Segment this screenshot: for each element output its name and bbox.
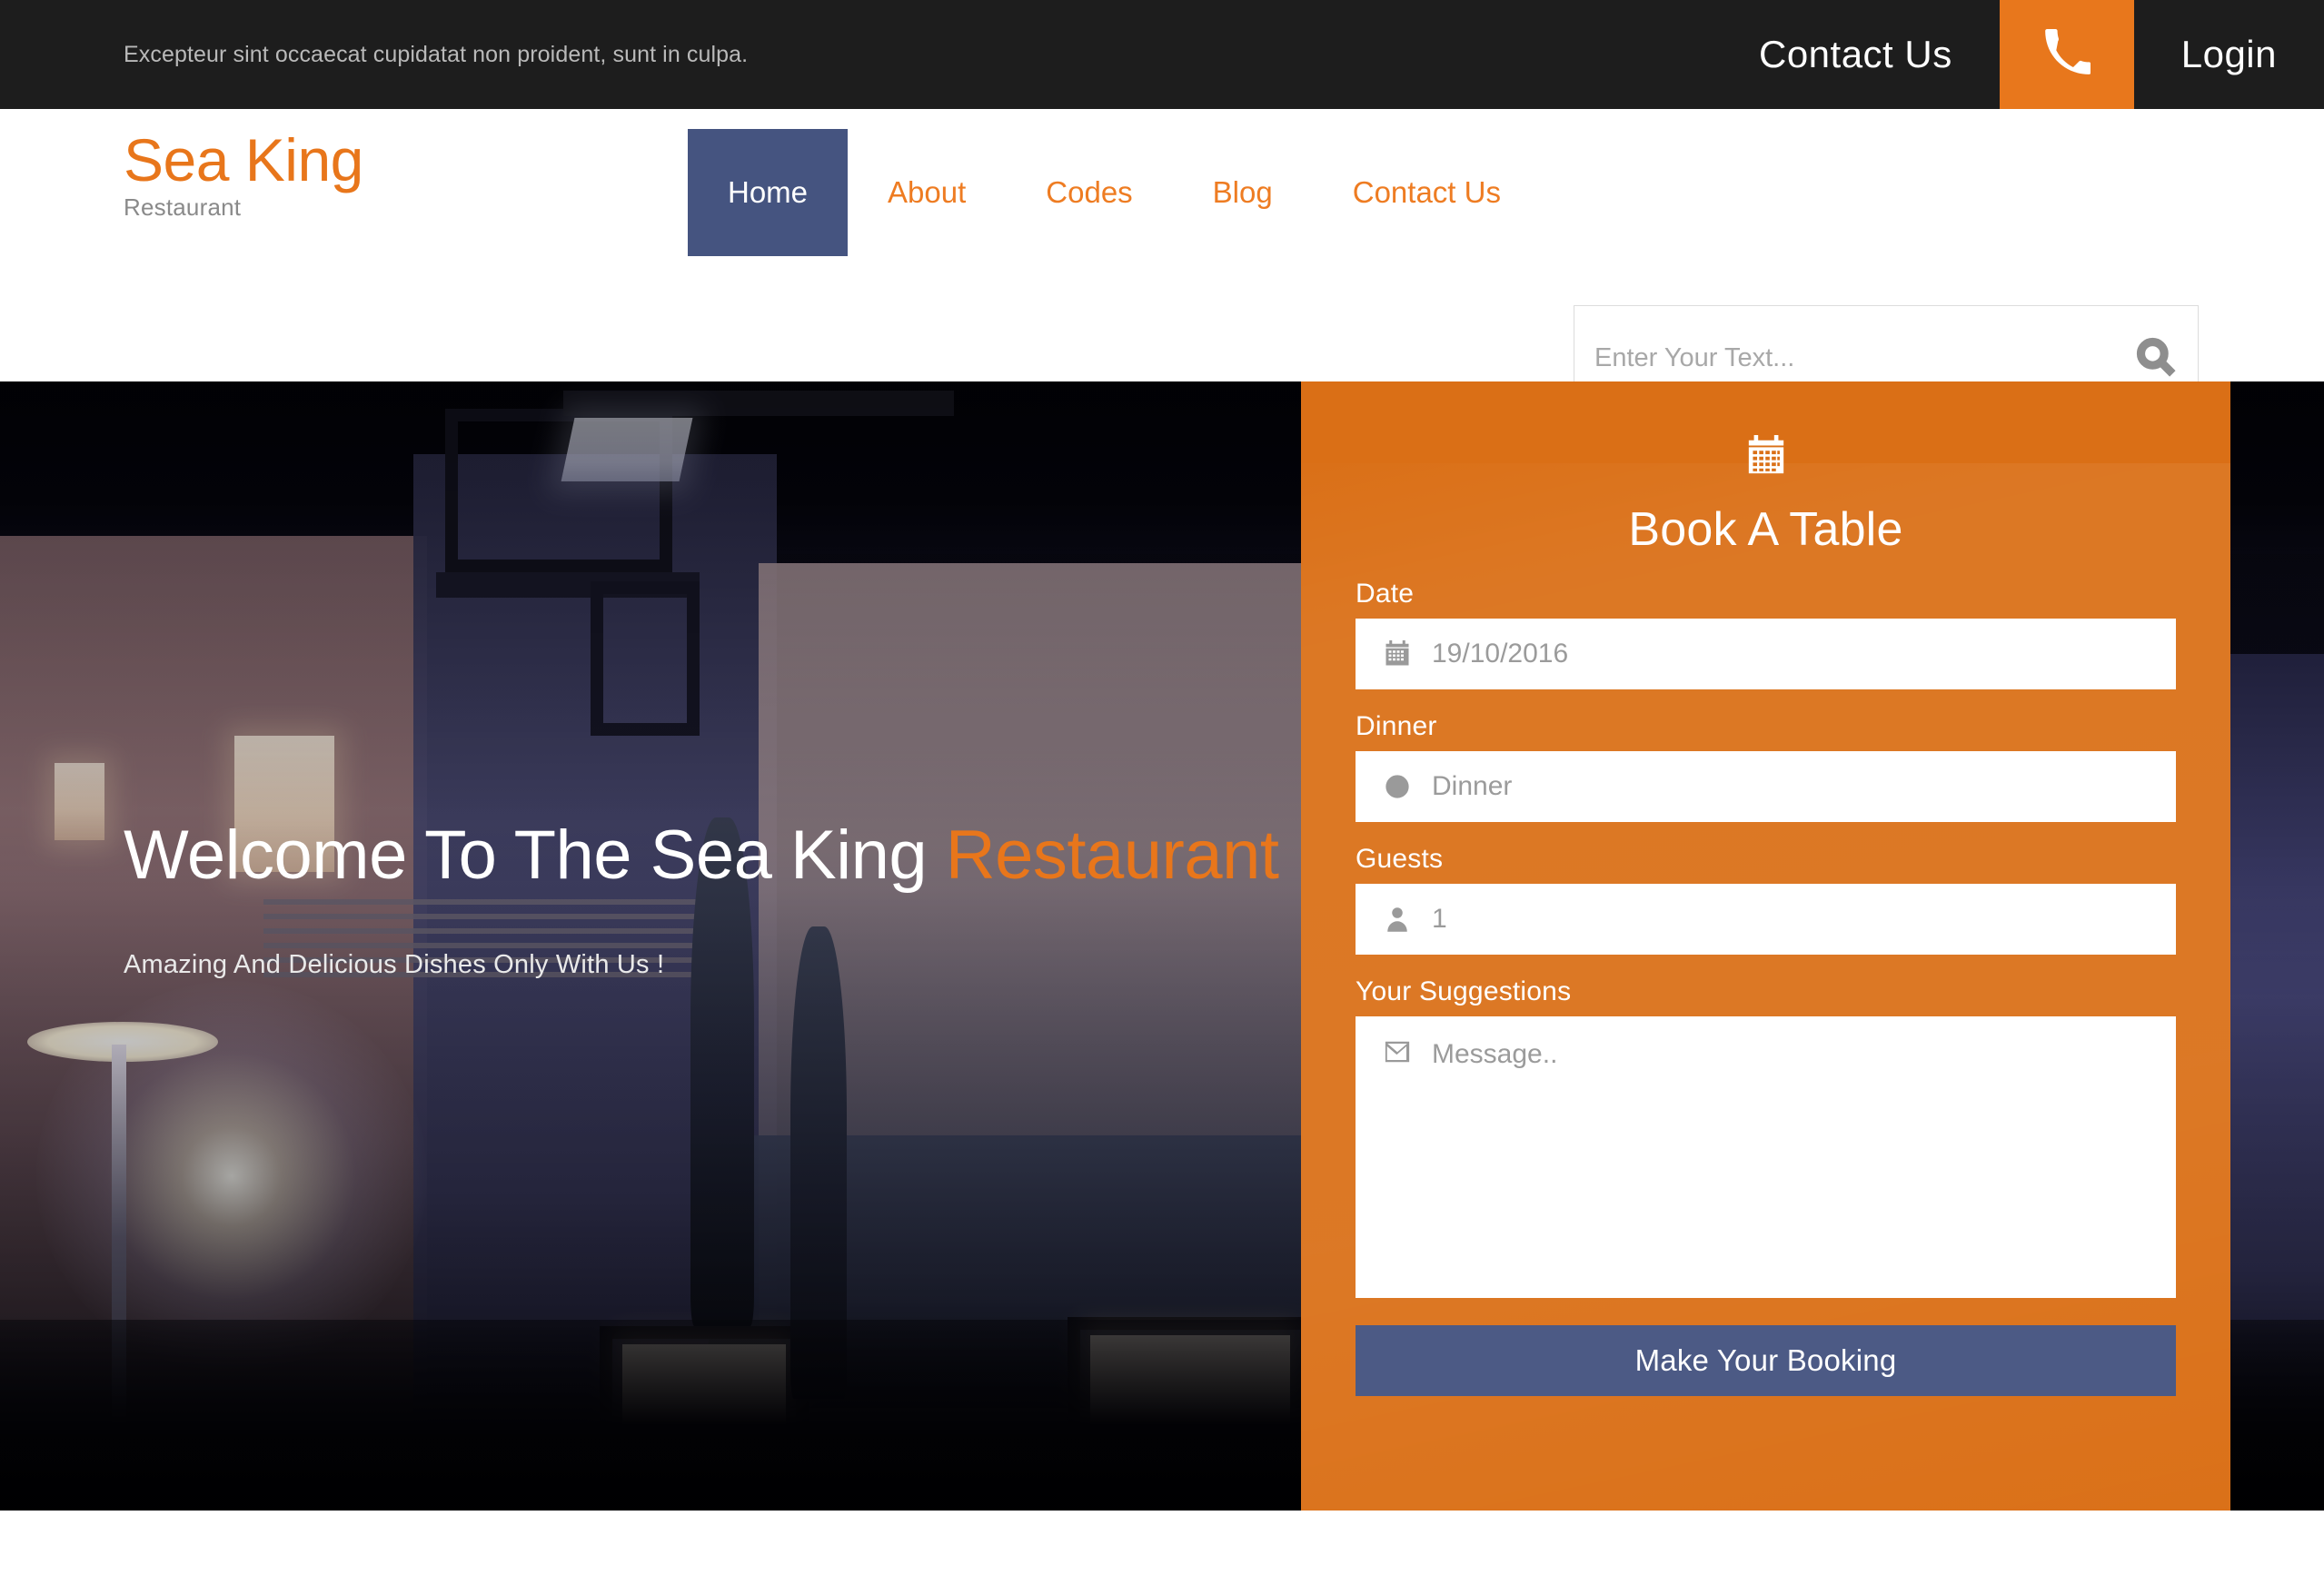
clock-icon — [1379, 773, 1415, 800]
nav-item-about[interactable]: About — [848, 129, 1006, 256]
topbar-contact-us-link[interactable]: Contact Us — [1712, 0, 2000, 109]
search-icon — [2136, 337, 2176, 380]
logo-title: Sea King — [124, 126, 363, 193]
calendar-icon — [1379, 640, 1415, 668]
user-icon — [1379, 906, 1415, 933]
date-input[interactable] — [1415, 639, 2176, 669]
hero-headline-main: Welcome To The Sea King — [124, 817, 946, 894]
main-navigation: Home About Codes Blog Contact Us — [688, 129, 1541, 256]
suggestions-field-wrapper — [1356, 1016, 2176, 1298]
date-field-wrapper — [1356, 619, 2176, 689]
nav-item-blog[interactable]: Blog — [1173, 129, 1313, 256]
topbar-phone-button[interactable] — [1999, 0, 2134, 109]
nav-item-contact-us[interactable]: Contact Us — [1313, 129, 1541, 256]
booking-panel-title: Book A Table — [1628, 503, 1903, 556]
label-date: Date — [1356, 579, 1415, 609]
dinner-input[interactable] — [1415, 771, 2176, 802]
hero-headline-accent: Restaurant — [945, 817, 1279, 894]
top-utility-bar: Excepteur sint occaecat cupidatat non pr… — [0, 0, 2324, 109]
nav-item-codes[interactable]: Codes — [1006, 129, 1172, 256]
guests-field-wrapper — [1356, 884, 2176, 955]
topbar-actions: Contact Us Login — [1712, 0, 2324, 109]
label-your-suggestions: Your Suggestions — [1356, 976, 1572, 1006]
below-hero-section — [0, 1511, 2324, 1575]
topbar-login-link[interactable]: Login — [2134, 0, 2324, 109]
label-guests: Guests — [1356, 844, 1444, 874]
phone-icon — [2043, 28, 2091, 81]
book-a-table-panel: Book A Table Date Dinner Guests Your Sug — [1301, 381, 2230, 1511]
calendar-icon — [1745, 434, 1787, 482]
hero-copy: Welcome To The Sea King Restaurant Amazi… — [124, 817, 1395, 980]
dinner-field-wrapper — [1356, 751, 2176, 822]
hero-subheadline: Amazing And Delicious Dishes Only With U… — [124, 949, 665, 979]
nav-item-home[interactable]: Home — [688, 129, 849, 256]
envelope-icon — [1379, 1038, 1415, 1065]
make-your-booking-button[interactable]: Make Your Booking — [1356, 1325, 2176, 1396]
site-logo[interactable]: Sea King Restaurant — [124, 126, 363, 222]
logo-subtitle: Restaurant — [124, 193, 242, 222]
label-dinner: Dinner — [1356, 711, 1437, 741]
booking-header-icon-row — [1356, 434, 2176, 482]
guests-input[interactable] — [1415, 904, 2176, 935]
suggestions-textarea[interactable] — [1415, 1038, 2176, 1274]
hero-headline: Welcome To The Sea King Restaurant — [124, 817, 1395, 894]
search-input[interactable] — [1574, 342, 2114, 373]
topbar-notice-text: Excepteur sint occaecat cupidatat non pr… — [124, 41, 749, 67]
